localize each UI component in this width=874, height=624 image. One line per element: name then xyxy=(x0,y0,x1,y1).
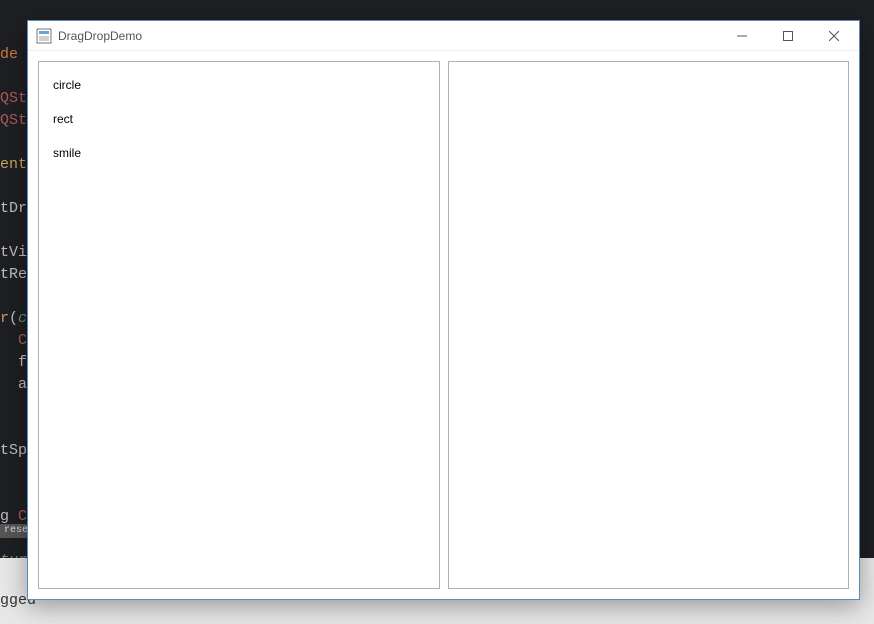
client-area: circle rect smile xyxy=(28,51,859,599)
close-button[interactable] xyxy=(811,21,857,51)
list-item[interactable]: rect xyxy=(39,102,439,136)
title-bar[interactable]: DragDropDemo xyxy=(28,21,859,51)
maximize-button[interactable] xyxy=(765,21,811,51)
minimize-button[interactable] xyxy=(719,21,765,51)
window-title: DragDropDemo xyxy=(58,29,142,43)
source-list-panel[interactable]: circle rect smile xyxy=(38,61,440,589)
list-item[interactable]: smile xyxy=(39,136,439,170)
application-window: DragDropDemo circle rect smile xyxy=(27,20,860,600)
drop-target-panel[interactable] xyxy=(448,61,850,589)
app-icon xyxy=(36,28,52,44)
list-item[interactable]: circle xyxy=(39,68,439,102)
